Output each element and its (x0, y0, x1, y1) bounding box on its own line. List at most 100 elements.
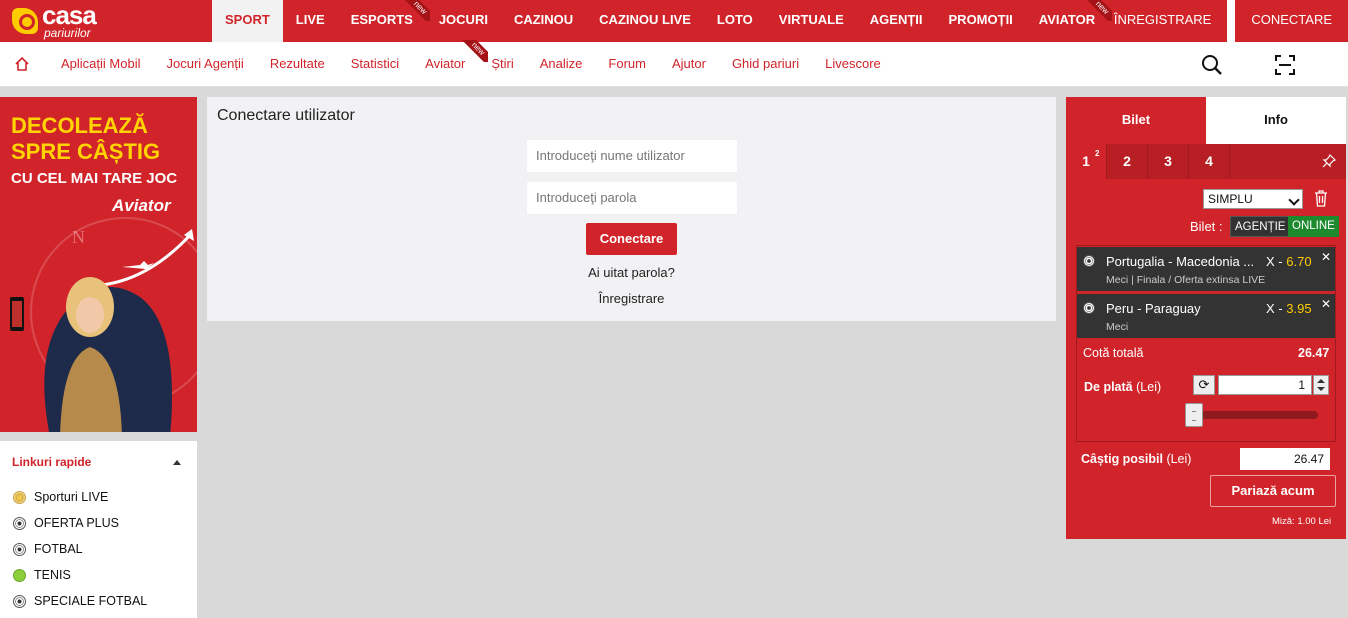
quick-links-list: Sporturi LIVE OFERTA PLUS FOTBAL TENIS SPECI… (13, 484, 147, 614)
close-icon[interactable]: ✕ (1321, 297, 1331, 311)
home-icon[interactable] (14, 56, 30, 72)
quick-link-item[interactable]: FOTBAL (13, 536, 147, 562)
subnav-item--tiri[interactable]: Știri (478, 42, 526, 87)
betslip-tab-4[interactable]: 4 (1189, 144, 1230, 179)
nav-item-sport[interactable]: SPORT (212, 0, 283, 42)
quick-link-item[interactable]: TENIS (13, 562, 147, 588)
refresh-stake-icon[interactable]: ⟳ (1193, 375, 1215, 395)
register-link-text[interactable]: Înregistrare (599, 291, 665, 306)
banner-headline: DECOLEAZĂ SPRE CÂȘTIG (11, 113, 160, 165)
nav-item-label: LIVE (295, 12, 325, 27)
bet-item[interactable]: Portugalia - Macedonia ... X - 6.70 Meci… (1077, 247, 1335, 291)
bet-type-select[interactable]: SIMPLU (1203, 189, 1303, 209)
nav-item-cazinou-live[interactable]: CAZINOU LIVE (586, 0, 704, 42)
nav-item-label: CAZINOU (513, 12, 574, 27)
nav-item-jocuri[interactable]: JOCURI (426, 0, 501, 42)
soccer-ball-icon (13, 594, 26, 608)
total-odds-value: 26.47 (1298, 346, 1330, 360)
stake-slider-track[interactable] (1194, 411, 1318, 419)
place-bet-button[interactable]: Pariază acum (1210, 475, 1336, 507)
agentie-toggle[interactable]: AGENȚIE (1230, 216, 1291, 237)
tab-bilet[interactable]: Bilet (1066, 97, 1206, 144)
subnav-item-forum[interactable]: Forum (595, 42, 659, 87)
register-link: Înregistrare (207, 291, 1056, 306)
bet-count-badge: 2 (1095, 149, 1100, 158)
username-input[interactable]: Introduceţi nume utilizator (526, 139, 738, 173)
subnav-item-label: Ghid pariuri (731, 56, 800, 71)
stake-label: De plată (Lei) (1084, 380, 1161, 394)
logo-subtext: pariurilor (44, 26, 91, 40)
nav-item-label: PROMOȚII (948, 12, 1013, 27)
subnav-item-ajutor[interactable]: Ajutor (659, 42, 719, 87)
nav-item-label: JOCURI (438, 12, 488, 27)
subnav-item-statistici[interactable]: Statistici (338, 42, 412, 87)
forgot-password-text[interactable]: Ai uitat parola? (588, 265, 675, 280)
bet-event-name: Peru - Paraguay (1106, 301, 1201, 316)
password-input[interactable]: Introduceţi parola (526, 181, 738, 215)
online-toggle[interactable]: ONLINE (1288, 216, 1339, 237)
brand-logo[interactable]: casa pariurilor (10, 0, 120, 40)
bet-odd: 3.95 (1286, 301, 1312, 316)
scan-ticket-icon[interactable] (1273, 53, 1297, 77)
register-button[interactable]: ÎNREGISTRARE (1098, 0, 1228, 42)
betslip-panel: Bilet Info 12234 SIMPLU Bilet : AGENȚIE … (1066, 97, 1346, 539)
login-submit-button[interactable]: Conectare (586, 223, 677, 255)
soccer-ball-icon (1083, 255, 1095, 267)
betslip-tab-1[interactable]: 12 (1066, 144, 1107, 179)
betslip-tab-3[interactable]: 3 (1148, 144, 1189, 179)
bet-selection: X - 6.70 (1266, 254, 1312, 269)
tab-info[interactable]: Info (1206, 97, 1346, 144)
stake-stepper[interactable] (1313, 375, 1329, 395)
account-actions: ÎNREGISTRARE CONECTARE (1098, 0, 1348, 42)
trash-icon[interactable] (1314, 190, 1328, 207)
main-nav: SPORT LIVE ESPORTS new JOCURI CAZINOU CAZINOU … (212, 0, 1113, 42)
subnav-item-livescore[interactable]: Livescore (812, 42, 894, 87)
subnav-item-rezultate[interactable]: Rezultate (257, 42, 338, 87)
nav-item-virtuale[interactable]: VIRTUALE (766, 0, 857, 42)
quick-link-label: SPECIALE FOTBAL (34, 594, 148, 608)
subnav-item-analize[interactable]: Analize (527, 42, 596, 87)
nav-item-promo-ii[interactable]: PROMOȚII (936, 0, 1026, 42)
search-icon[interactable] (1200, 53, 1224, 77)
forgot-password-link: Ai uitat parola? (207, 265, 1056, 280)
soccer-ball-icon (1083, 302, 1095, 314)
logo-icon (12, 8, 38, 34)
nav-item-aviator[interactable]: AVIATOR new (1026, 0, 1113, 42)
subnav-item-label: Aplicații Mobil (61, 56, 141, 71)
aviator-promo-banner[interactable]: DECOLEAZĂ SPRE CÂȘTIG CU CEL MAI TARE JO… (0, 97, 197, 432)
close-icon[interactable]: ✕ (1321, 250, 1331, 264)
subnav-item-ghid-pariuri[interactable]: Ghid pariuri (719, 42, 812, 87)
subnav-item-jocuri-agen-ii[interactable]: Jocuri Agenții (153, 42, 256, 87)
stake-input[interactable]: 1 (1218, 375, 1312, 395)
login-title: Conectare utilizator (217, 107, 355, 124)
nav-item-cazinou[interactable]: CAZINOU (501, 0, 586, 42)
quick-link-item[interactable]: OFERTA PLUS (13, 510, 147, 536)
collapse-caret-icon[interactable] (173, 460, 181, 465)
bet-market: Meci | Finala / Oferta extinsa LIVE (1106, 274, 1266, 286)
bet-item[interactable]: Peru - Paraguay X - 3.95 Meci ✕ (1077, 294, 1335, 338)
stake-slider-handle[interactable] (1185, 403, 1203, 427)
quick-link-item[interactable]: Sporturi LIVE (13, 484, 147, 510)
betslip-tab-number: 1 (1082, 153, 1090, 169)
nav-item-label: VIRTUALE (778, 12, 844, 27)
betslip-tab-2[interactable]: 2 (1107, 144, 1148, 179)
betslip-tab-number: 3 (1164, 153, 1172, 169)
subnav-item-aplica-ii-mobil[interactable]: Aplicații Mobil (48, 42, 153, 87)
nav-item-esports[interactable]: ESPORTS new (338, 0, 430, 42)
nav-item-live[interactable]: LIVE (283, 0, 338, 42)
nav-item-agen-ii[interactable]: AGENȚII (857, 0, 936, 42)
banner-line-1: DECOLEAZĂ (11, 113, 148, 138)
possible-win-label: Câștig posibil (Lei) (1081, 452, 1191, 466)
nav-item-label: LOTO (716, 12, 753, 27)
pin-icon[interactable] (1322, 154, 1336, 168)
quick-links-title[interactable]: Linkuri rapide (12, 455, 91, 469)
quick-link-item[interactable]: SPECIALE FOTBAL (13, 588, 147, 614)
nav-item-label: AGENȚII (869, 12, 923, 27)
nav-item-loto[interactable]: LOTO (704, 0, 766, 42)
subnav-item-label: Statistici (350, 56, 400, 71)
bilet-label: Bilet : (1190, 219, 1223, 234)
tennis-ball-icon (13, 568, 26, 582)
subnav-item-aviator[interactable]: Aviator new (412, 40, 489, 87)
login-button[interactable]: CONECTARE (1235, 0, 1348, 42)
subnav-item-label: Analize (539, 56, 583, 71)
